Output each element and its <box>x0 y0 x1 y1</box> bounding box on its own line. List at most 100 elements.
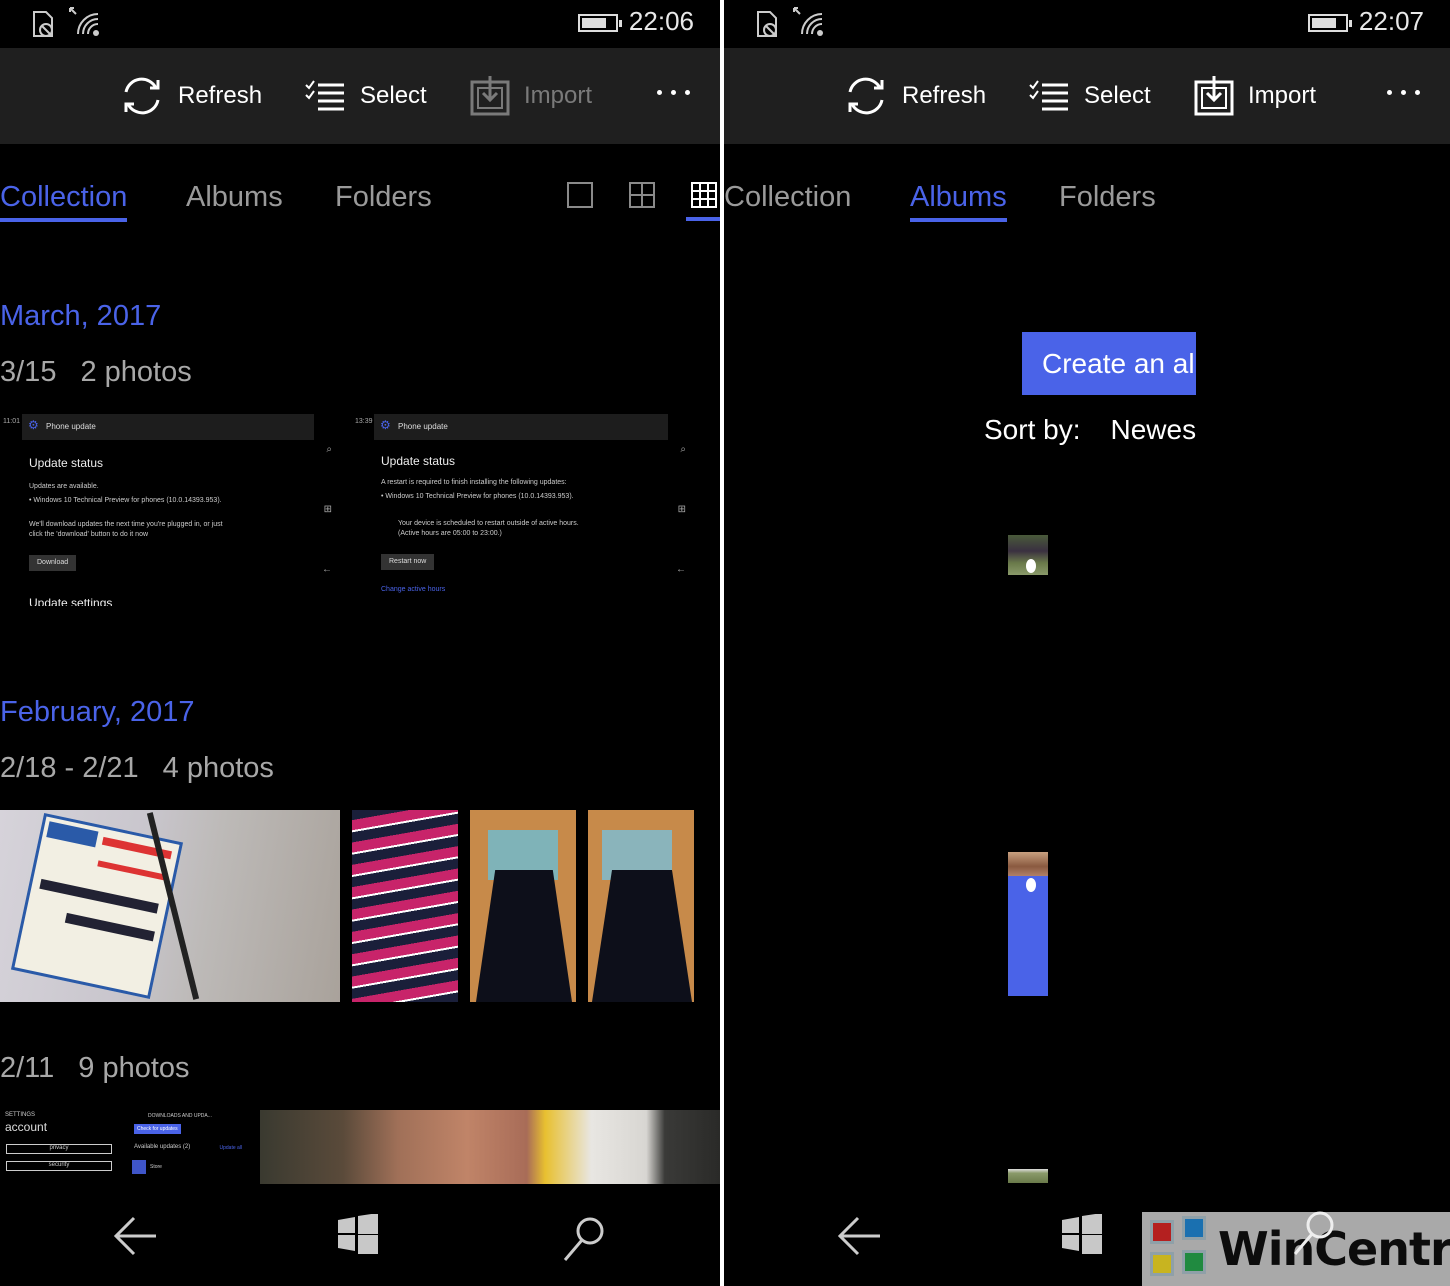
photo-thumbnail[interactable]: SETTINGS account privacy security <box>0 1110 120 1184</box>
clock: 22:06 <box>628 6 694 36</box>
photo-thumbnail[interactable] <box>588 810 694 1002</box>
thumb-text: Your device is scheduled to restart outs… <box>398 520 579 527</box>
store-icon <box>132 1160 146 1174</box>
day-group-header[interactable]: 2/11 9 photos <box>0 1052 190 1085</box>
photo-count: 4 photos <box>162 752 274 784</box>
tab-collection[interactable]: Collection <box>724 181 851 214</box>
thumb-text: Available updates (2) <box>134 1144 191 1150</box>
view-medium-icon[interactable] <box>628 181 656 209</box>
view-small-icon[interactable] <box>690 181 718 209</box>
select-list-icon <box>1029 80 1068 111</box>
tab-albums[interactable]: Albums <box>910 181 1007 222</box>
thumb-link: Update all <box>219 1145 242 1151</box>
thumb-button: Check for updates <box>134 1124 181 1134</box>
tab-folders[interactable]: Folders <box>1059 181 1156 214</box>
photo-count: 2 photos <box>80 356 192 388</box>
pivot-tabs: Collection Albums Folders <box>724 175 1450 225</box>
thumb-text: A restart is required to finish installi… <box>381 479 567 486</box>
tab-folders[interactable]: Folders <box>335 181 432 214</box>
thumb-text: • Windows 10 Technical Preview for phone… <box>29 497 222 504</box>
photo-thumbnail[interactable] <box>260 1110 720 1184</box>
back-icon[interactable] <box>836 1214 884 1258</box>
windows-start-icon[interactable] <box>338 1214 378 1254</box>
pivot-tabs: Collection Albums Folders <box>0 175 720 225</box>
thumb-header: SETTINGS <box>5 1112 36 1118</box>
refresh-button[interactable]: Refresh <box>120 74 262 118</box>
dot-icon <box>1387 90 1392 95</box>
sort-label: Sort by: <box>984 414 1081 445</box>
select-button[interactable]: Select <box>1028 74 1151 118</box>
sort-dropdown[interactable]: Newest <box>1110 414 1196 445</box>
refresh-button[interactable]: Refresh <box>844 74 986 118</box>
thumb-footer: Update settings <box>29 596 113 606</box>
thumb-clock: 13:39 <box>355 418 373 425</box>
import-button[interactable]: Import <box>1194 74 1316 118</box>
album-thumbnail[interactable] <box>1008 1169 1048 1183</box>
phone-screen-albums: 22:07 Refresh Select Import Collection A… <box>724 0 1450 1286</box>
windows-icon: ⊞ <box>677 504 686 515</box>
sim-blocked-icon <box>757 11 777 37</box>
select-button[interactable]: Select <box>304 74 427 118</box>
day-group-header[interactable]: 2/18 - 2/21 4 photos <box>0 752 274 785</box>
tab-collection[interactable]: Collection <box>0 181 128 222</box>
tab-albums[interactable]: Albums <box>186 181 283 214</box>
date-range: 2/18 - 2/21 <box>0 752 139 784</box>
logo-square-green <box>1182 1250 1206 1274</box>
thumb-button: Restart now <box>381 554 435 570</box>
back-icon[interactable] <box>112 1214 160 1258</box>
thumb-text: Updates are available. <box>29 483 99 490</box>
search-icon: ⌕ <box>680 444 686 455</box>
view-large-icon[interactable] <box>566 181 594 209</box>
photo-thumbnail[interactable] <box>0 810 340 1002</box>
back-icon: ← <box>676 564 686 575</box>
date-range: 3/15 <box>0 356 57 388</box>
active-view-indicator <box>686 217 720 221</box>
create-album-label: Create an album <box>1042 348 1196 379</box>
search-icon[interactable] <box>562 1216 606 1262</box>
date-range: 2/11 <box>0 1052 55 1084</box>
thumb-text: Store <box>150 1164 162 1170</box>
battery-icon <box>578 14 622 32</box>
select-list-icon <box>305 80 344 111</box>
photo-count: 9 photos <box>78 1052 190 1084</box>
thumb-button: privacy <box>6 1144 112 1154</box>
search-icon[interactable] <box>1292 1210 1336 1256</box>
wincentral-watermark: WinCentral <box>1142 1210 1450 1286</box>
day-group-header[interactable]: 3/15 2 photos <box>0 356 192 389</box>
search-icon: ⌕ <box>326 444 332 455</box>
windows-start-icon[interactable] <box>1062 1214 1102 1254</box>
photo-thumbnail[interactable] <box>470 810 576 1002</box>
import-button[interactable]: Import <box>470 74 592 118</box>
album-thumbnail[interactable] <box>1008 535 1048 575</box>
photo-thumbnail[interactable] <box>352 810 458 1002</box>
dot-icon <box>685 90 690 95</box>
photo-thumbnail[interactable]: DOWNLOADS AND UPDA... Check for updates … <box>130 1110 250 1184</box>
dot-icon <box>1401 90 1406 95</box>
thumb-title: account <box>5 1120 48 1134</box>
dot-icon <box>1415 90 1420 95</box>
create-album-button[interactable]: Create an album <box>1022 332 1196 395</box>
album-thumbnail[interactable] <box>1008 852 1048 996</box>
status-bar: 22:06 <box>0 0 720 48</box>
select-label: Select <box>1084 82 1151 109</box>
thumb-header: DOWNLOADS AND UPDA... <box>148 1113 212 1119</box>
photo-thumbnail[interactable]: 13:39 Phone update Update status A resta… <box>352 414 694 606</box>
status-bar: 22:07 <box>724 0 1450 48</box>
wifi-icon <box>69 7 99 36</box>
select-label: Select <box>360 82 427 109</box>
photo-thumbnail[interactable]: 11:01 Phone update Update status Updates… <box>0 414 340 606</box>
import-icon <box>1194 76 1234 116</box>
thumb-button: security <box>6 1161 112 1171</box>
thumb-title: Update status <box>29 456 104 470</box>
clock: 22:07 <box>1358 6 1424 36</box>
logo-square-yellow <box>1150 1252 1174 1276</box>
more-options-button[interactable] <box>1387 90 1420 95</box>
month-header: February, 2017 <box>0 696 195 728</box>
thumb-header: Phone update <box>22 414 314 440</box>
import-label: Import <box>1248 82 1317 109</box>
thumb-text: (Active hours are 05:00 to 23:00.) <box>398 530 502 537</box>
more-options-button[interactable] <box>657 90 690 95</box>
dot-icon <box>671 90 676 95</box>
phone-screen-collection: 22:06 Refresh Select Import Collection A… <box>0 0 720 1286</box>
thumb-text: click the 'download' button to do it now <box>29 531 149 538</box>
